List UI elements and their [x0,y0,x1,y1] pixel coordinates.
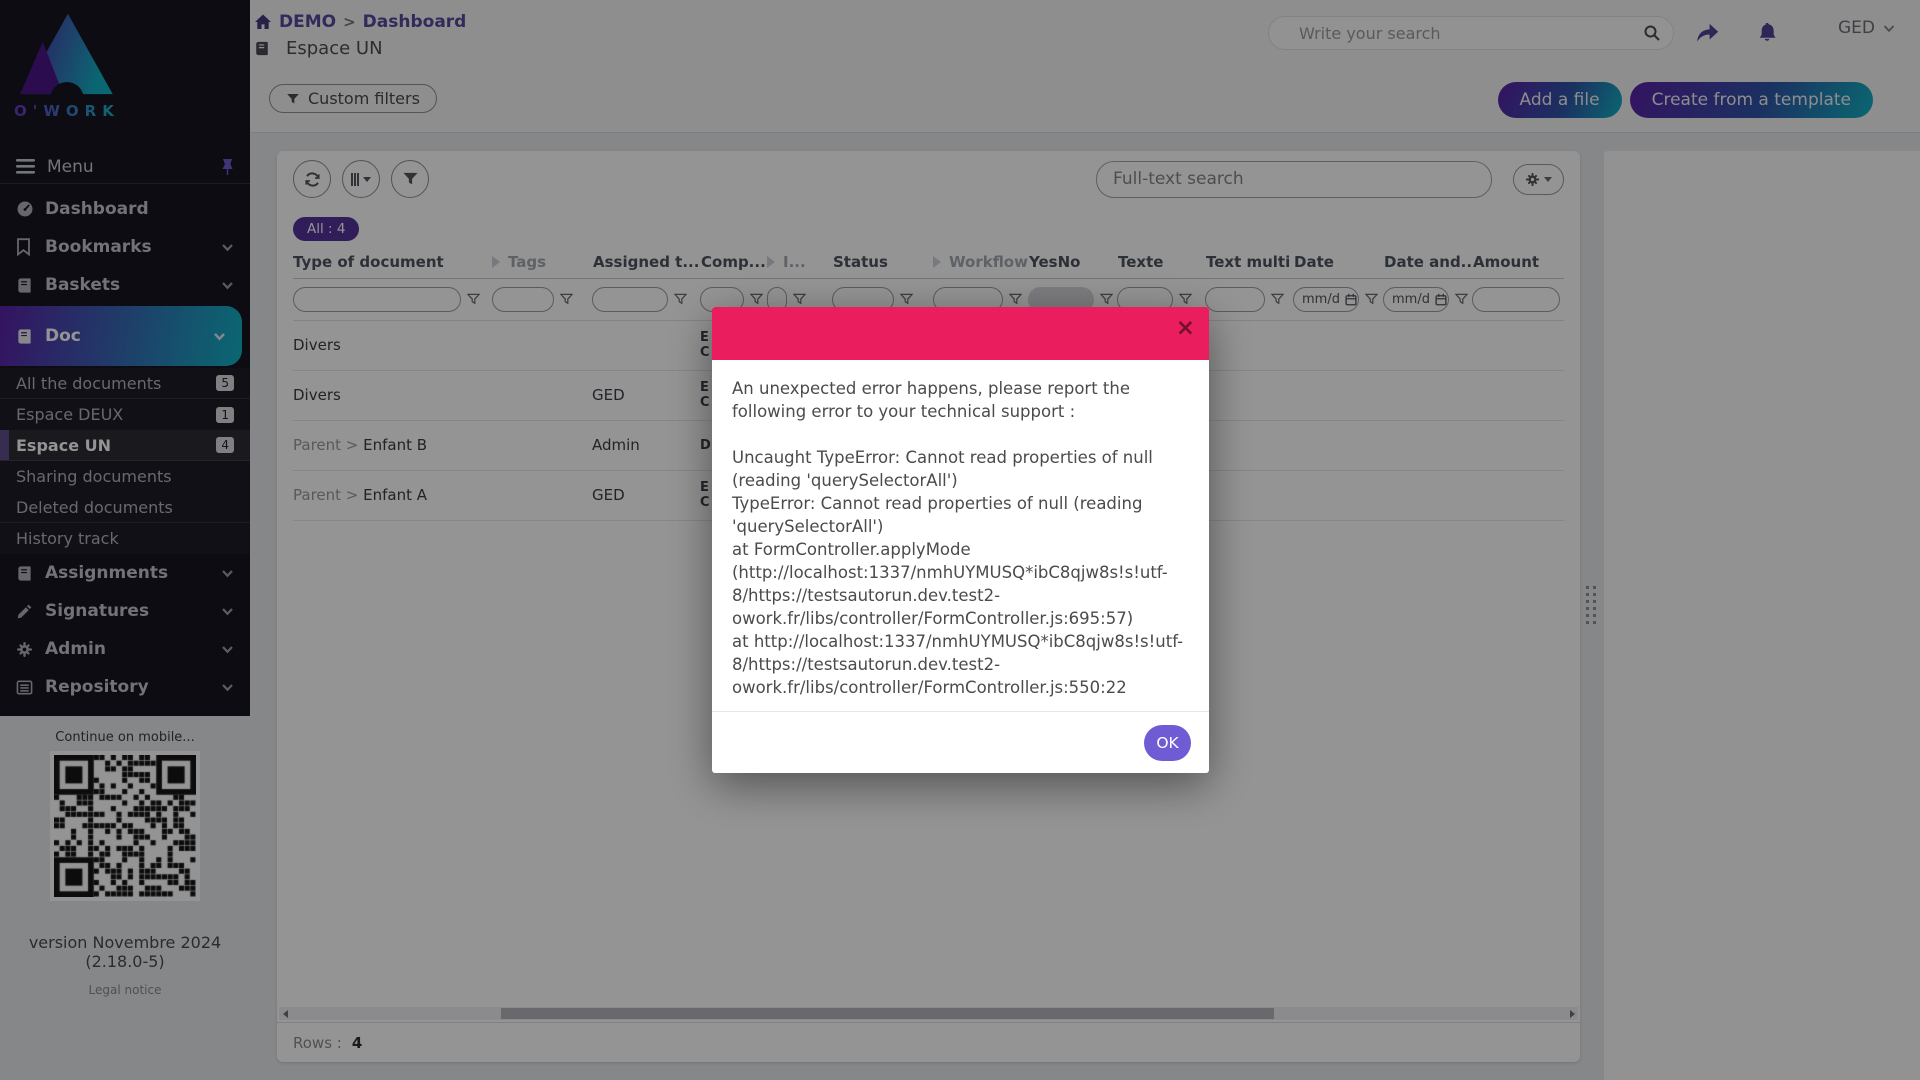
error-modal: × An unexpected error happens, please re… [712,307,1209,773]
error-line: TypeError: Cannot read properties of nul… [732,492,1189,538]
error-line: at FormController.applyMode (http://loca… [732,538,1189,630]
error-line: at http://localhost:1337/nmhUYMUSQ*ibC8q… [732,630,1189,699]
close-icon[interactable]: × [1176,317,1195,340]
error-modal-header: × [712,307,1209,360]
error-modal-footer: OK [712,711,1209,773]
app-root: DEMO > Dashboard Espace UN [0,0,1920,1080]
ok-button[interactable]: OK [1144,725,1191,761]
error-modal-body: An unexpected error happens, please repo… [712,360,1209,711]
error-line: Uncaught TypeError: Cannot read properti… [732,446,1189,492]
error-intro-text: An unexpected error happens, please repo… [732,377,1189,423]
